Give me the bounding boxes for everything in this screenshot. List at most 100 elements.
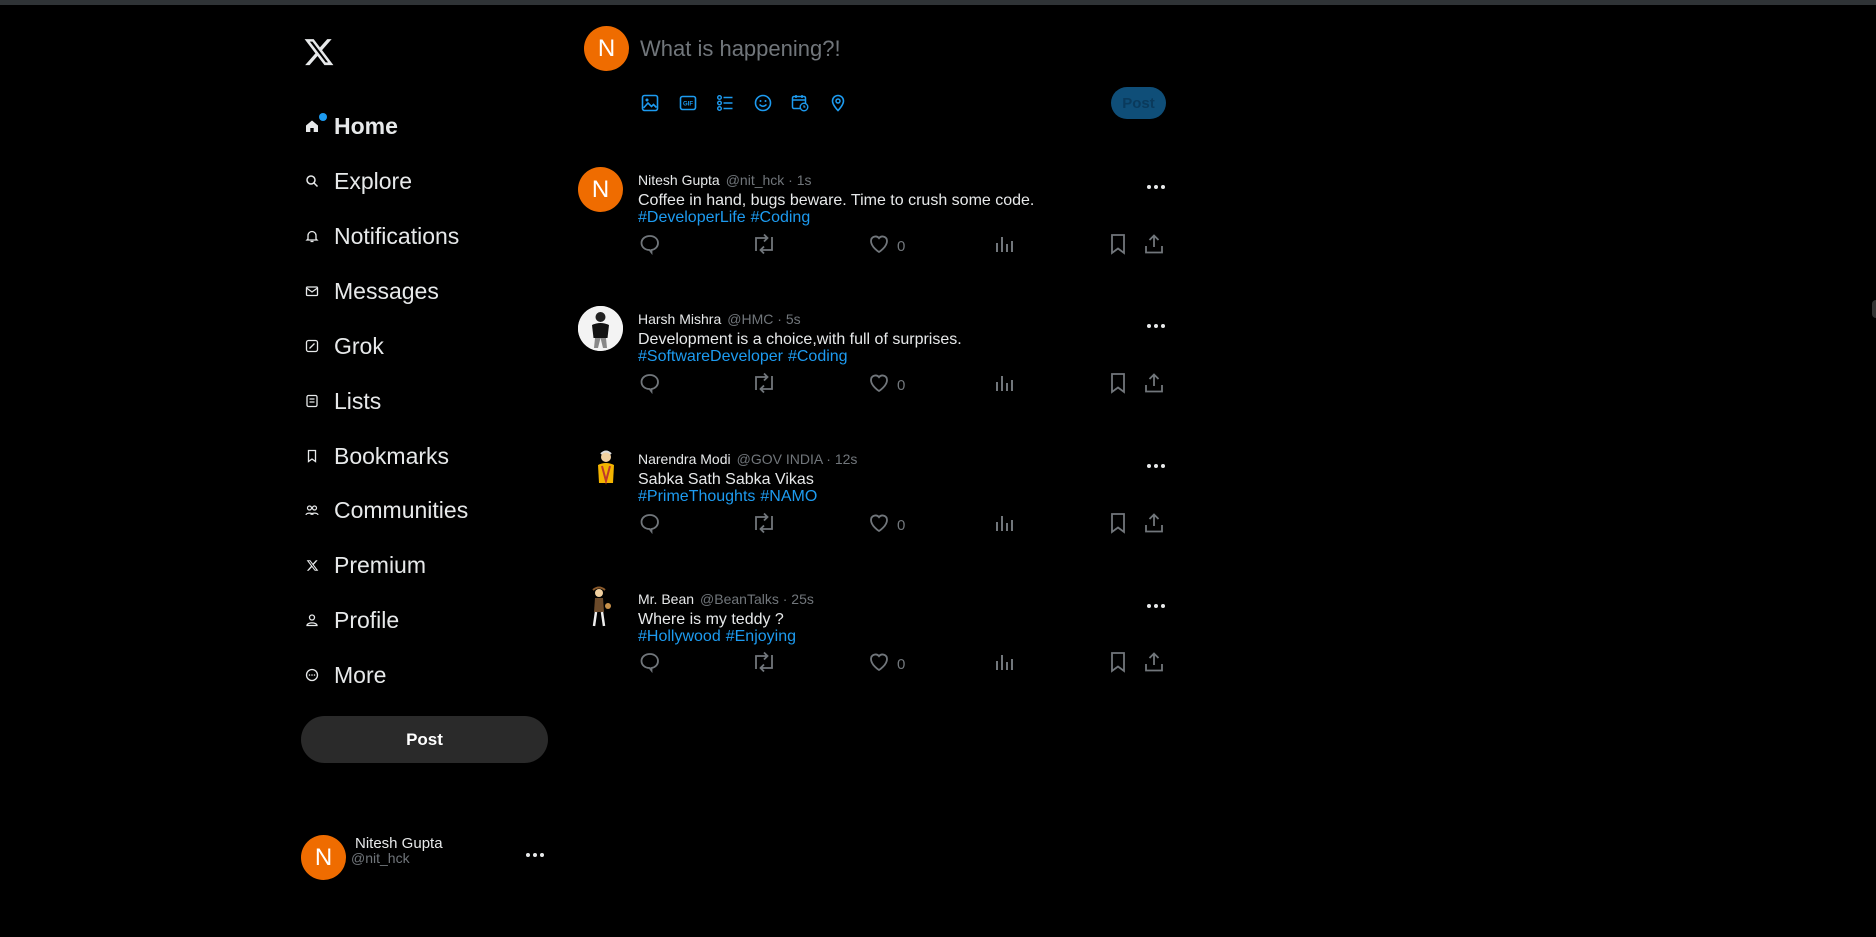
reply-icon[interactable] [638,371,662,395]
compose-input[interactable] [638,32,1102,66]
repost-icon[interactable] [750,371,778,395]
sidebar-item-label: More [334,661,387,688]
tweet[interactable]: Harsh Mishra @HMC · 5s Development is a c… [578,306,1168,426]
hashtag-link[interactable]: #Coding [788,348,848,365]
share-icon[interactable] [1142,511,1166,535]
more-circle-icon [303,666,321,684]
bookmark-icon[interactable] [1106,511,1130,535]
like-button[interactable]: 0 [867,511,905,540]
bookmark-icon[interactable] [1106,232,1130,256]
reply-icon[interactable] [638,650,662,674]
sidebar-item-premium[interactable]: Premium [303,545,426,585]
heart-icon [867,371,891,400]
tweet-hashtags: #Hollywood #Enjoying [638,628,801,646]
like-count: 0 [897,238,906,255]
tweet[interactable]: Mr. Bean @BeanTalks · 25s Where is my ted… [578,586,1168,706]
timestamp: 5s [785,311,801,327]
sidebar-item-label: Messages [334,277,439,304]
avatar[interactable] [578,306,623,351]
hashtag-link[interactable]: #PrimeThoughts [638,488,755,505]
sidebar-item-bookmarks[interactable]: Bookmarks [303,436,449,476]
composer-toolbar: GIF [639,92,865,114]
author-name[interactable]: Harsh Mishra [638,311,721,327]
account-handle: @nit_hck [351,850,410,866]
analytics-icon[interactable] [992,371,1016,395]
sidebar-item-label: Grok [334,332,384,359]
sidebar-item-grok[interactable]: Grok [303,326,384,366]
sidebar-item-label: Profile [334,606,400,633]
reply-icon[interactable] [638,232,662,256]
grok-icon [303,337,321,355]
list-icon [303,392,321,410]
more-dots-icon[interactable] [1144,314,1168,343]
tweet[interactable]: N Nitesh Gupta @nit_hck · 1s Coffee in ha… [578,167,1168,287]
avatar[interactable]: N [578,167,623,212]
like-button[interactable]: 0 [867,650,905,679]
avatar[interactable] [578,446,623,491]
scroll-handle[interactable] [1872,300,1876,318]
poll-icon[interactable] [714,92,736,114]
author-name[interactable]: Nitesh Gupta [638,172,720,188]
author-name[interactable]: Narendra Modi [638,451,731,467]
hashtag-link[interactable]: #SoftwareDeveloper [638,348,783,365]
composer-post-button[interactable]: Post [1111,87,1166,119]
hashtag-link[interactable]: #NAMO [760,488,817,505]
image-icon[interactable] [639,92,661,114]
emoji-icon[interactable] [752,92,774,114]
sidebar-item-label: Bookmarks [334,442,450,469]
tweet[interactable]: Narendra Modi @GOV INDIA · 12s Sabka Sath… [578,446,1168,566]
sidebar-item-notifications[interactable]: Notifications [303,216,459,256]
hashtag-link[interactable]: #Enjoying [726,628,796,645]
like-count: 0 [897,377,906,394]
people-icon [303,501,321,519]
x-logo-icon[interactable] [303,36,335,68]
avatar[interactable] [578,586,623,631]
more-dots-icon[interactable] [1144,454,1168,483]
hashtag-link[interactable]: #Coding [751,209,811,226]
bookmark-icon[interactable] [1106,650,1130,674]
account-switcher[interactable]: N Nitesh Gupta @nit_hck [301,835,551,881]
analytics-icon[interactable] [992,511,1016,535]
bookmark-icon[interactable] [1106,371,1130,395]
author-handle[interactable]: @GOV INDIA [737,451,823,467]
more-dots-icon[interactable] [1144,175,1168,204]
share-icon[interactable] [1142,650,1166,674]
bookmark-icon [303,447,321,465]
more-dots-icon[interactable] [1144,594,1168,623]
hashtag-link[interactable]: #Hollywood [638,628,721,645]
sidebar-item-explore[interactable]: Explore [303,161,412,201]
composer-avatar: N [584,26,629,71]
tweet-hashtags: #DeveloperLife #Coding [638,209,815,227]
sidebar-item-messages[interactable]: Messages [303,271,439,311]
repost-icon[interactable] [750,232,778,256]
author-name[interactable]: Mr. Bean [638,591,694,607]
sidebar-item-communities[interactable]: Communities [303,490,468,530]
repost-icon[interactable] [750,650,778,674]
share-icon[interactable] [1142,371,1166,395]
like-count: 0 [897,656,906,673]
tweet-header: Narendra Modi @GOV INDIA · 12s [638,451,858,467]
author-handle[interactable]: @BeanTalks [700,591,779,607]
repost-icon[interactable] [750,511,778,535]
like-button[interactable]: 0 [867,232,905,261]
share-icon[interactable] [1142,232,1166,256]
sidebar-item-profile[interactable]: Profile [303,600,399,640]
more-dots-icon[interactable] [523,843,547,872]
sidebar-post-button[interactable]: Post [301,716,548,763]
sidebar-item-lists[interactable]: Lists [303,381,381,421]
schedule-icon[interactable] [789,92,811,114]
hashtag-link[interactable]: #DeveloperLife [638,209,746,226]
analytics-icon[interactable] [992,650,1016,674]
author-handle[interactable]: @HMC [727,311,773,327]
avatar: N [301,835,346,880]
author-handle[interactable]: @nit_hck [726,172,785,188]
heart-icon [867,232,891,261]
sidebar-item-home[interactable]: Home [303,106,398,146]
location-icon[interactable] [827,92,849,114]
like-button[interactable]: 0 [867,371,905,400]
analytics-icon[interactable] [992,232,1016,256]
tweet-header: Nitesh Gupta @nit_hck · 1s [638,172,812,188]
gif-icon[interactable]: GIF [677,92,699,114]
reply-icon[interactable] [638,511,662,535]
sidebar-item-more[interactable]: More [303,655,386,695]
